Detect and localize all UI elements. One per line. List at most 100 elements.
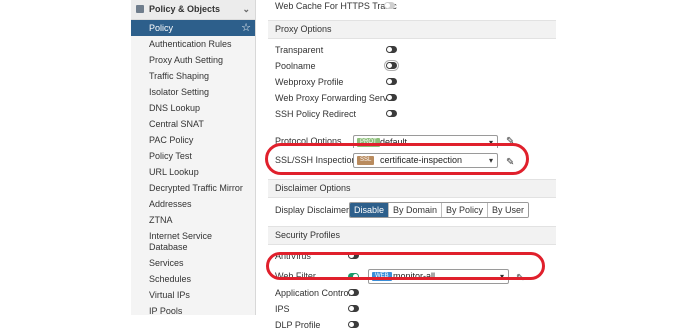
- ips-label: IPS: [275, 304, 290, 314]
- display-disclaimer-row: Display Disclaimer Disable By Domain By …: [268, 201, 556, 219]
- chevron-down-icon: ▾: [499, 272, 504, 281]
- web-cache-https-label: Web Cache For HTTPS Traffic: [275, 1, 397, 11]
- chevron-down-icon: ▾: [488, 138, 493, 147]
- edit-pencil-icon[interactable]: ✎: [506, 154, 514, 172]
- sidebar-section-header[interactable]: Policy & Objects ⌄: [131, 0, 255, 20]
- edit-pencil-icon[interactable]: ✎: [506, 135, 514, 148]
- sidebar: Policy & Objects ⌄ Policy ☆ Authenticati…: [131, 0, 256, 316]
- web-filter-toggle[interactable]: [348, 273, 359, 280]
- application-control-row: Application Control: [268, 285, 556, 301]
- sidebar-item-label: Proxy Auth Setting: [149, 55, 224, 65]
- display-disclaimer-label: Display Disclaimer: [275, 205, 350, 215]
- ssh-policy-redirect-row: SSH Policy Redirect: [268, 106, 556, 122]
- sidebar-item-label: Central SNAT: [149, 119, 204, 129]
- sidebar-item-services[interactable]: Services: [131, 255, 255, 271]
- webproxy-profile-toggle[interactable]: [386, 78, 397, 85]
- ssl-ssh-inspection-row: SSL/SSH Inspection SSL certificate-inspe…: [268, 151, 556, 169]
- sidebar-item-label: Decrypted Traffic Mirror: [149, 183, 243, 193]
- webproxy-profile-label: Webproxy Profile: [275, 77, 344, 87]
- sidebar-item-dns-lookup[interactable]: DNS Lookup: [131, 100, 255, 116]
- sidebar-item-decrypted-traffic-mirror[interactable]: Decrypted Traffic Mirror: [131, 180, 255, 196]
- gutter: [256, 0, 268, 315]
- poolname-label: Poolname: [275, 61, 316, 71]
- dlp-profile-toggle[interactable]: [348, 321, 359, 328]
- security-profiles-title: Security Profiles: [268, 226, 556, 245]
- sidebar-item-policy-test[interactable]: Policy Test: [131, 148, 255, 164]
- application-control-label: Application Control: [275, 288, 351, 298]
- protocol-badge: PROT: [357, 138, 380, 147]
- ssl-ssh-inspection-label: SSL/SSH Inspection: [275, 155, 357, 165]
- web-filter-select[interactable]: WEB monitor-all ▾: [368, 269, 509, 284]
- sidebar-item-label: PAC Policy: [149, 135, 194, 145]
- antivirus-toggle[interactable]: [348, 252, 359, 259]
- sidebar-item-label: Policy Test: [149, 151, 192, 161]
- sidebar-item-proxy-auth-setting[interactable]: Proxy Auth Setting: [131, 52, 255, 68]
- star-icon[interactable]: ☆: [241, 20, 251, 36]
- sidebar-item-label: Services: [149, 258, 184, 268]
- sidebar-item-pac-policy[interactable]: PAC Policy: [131, 132, 255, 148]
- protocol-options-row: Protocol Options PROT default ▾ ✎: [268, 134, 556, 148]
- web-proxy-forwarding-server-row: Web Proxy Forwarding Server: [268, 90, 556, 106]
- sidebar-item-label: Schedules: [149, 274, 192, 284]
- display-disclaimer-segmented: Disable By Domain By Policy By User: [349, 202, 530, 218]
- policy-form: Web Cache For HTTPS Traffic Proxy Option…: [268, 0, 556, 330]
- disclaimer-options-title: Disclaimer Options: [268, 179, 556, 198]
- sidebar-item-label: DNS Lookup: [149, 103, 201, 113]
- sidebar-item-traffic-shaping[interactable]: Traffic Shaping: [131, 68, 255, 84]
- sidebar-item-label: ZTNA: [149, 215, 173, 225]
- policy-objects-icon: [136, 5, 144, 13]
- web-filter-row: Web Filter WEB monitor-all ▾ ✎: [268, 268, 556, 285]
- sidebar-item-authentication-rules[interactable]: Authentication Rules: [131, 36, 255, 52]
- sidebar-item-url-lookup[interactable]: URL Lookup: [131, 164, 255, 180]
- protocol-options-value: default: [380, 137, 408, 147]
- poolname-row: Poolname: [268, 58, 556, 74]
- sidebar-item-addresses[interactable]: Addresses: [131, 196, 255, 212]
- chevron-down-icon[interactable]: ⌄: [242, 0, 250, 19]
- web-filter-label: Web Filter: [275, 271, 316, 281]
- sidebar-item-policy[interactable]: Policy ☆: [131, 20, 255, 36]
- web-cache-https-row: Web Cache For HTTPS Traffic: [268, 0, 556, 20]
- sidebar-item-central-snat[interactable]: Central SNAT: [131, 116, 255, 132]
- application-control-toggle[interactable]: [348, 289, 359, 296]
- sidebar-item-label: Policy: [149, 23, 174, 33]
- sidebar-section-title: Policy & Objects: [149, 4, 221, 14]
- sidebar-item-label: Virtual IPs: [149, 290, 190, 300]
- web-proxy-forwarding-server-label: Web Proxy Forwarding Server: [275, 93, 396, 103]
- sidebar-item-ip-pools[interactable]: IP Pools: [131, 303, 255, 319]
- antivirus-label: AntiVirus: [275, 251, 311, 261]
- transparent-toggle[interactable]: [386, 46, 397, 53]
- protocol-options-select[interactable]: PROT default ▾: [353, 135, 498, 148]
- transparent-label: Transparent: [275, 45, 324, 55]
- ssl-ssh-inspection-select[interactable]: SSL certificate-inspection ▾: [353, 153, 498, 168]
- dlp-profile-row: DLP Profile: [268, 317, 556, 333]
- sidebar-item-label: Authentication Rules: [149, 39, 232, 49]
- proxy-options-title: Proxy Options: [268, 20, 556, 39]
- webproxy-profile-row: Webproxy Profile: [268, 74, 556, 90]
- sidebar-item-internet-service-database[interactable]: Internet Service Database: [131, 228, 255, 255]
- sidebar-item-label: Isolator Setting: [149, 87, 210, 97]
- ssh-policy-redirect-label: SSH Policy Redirect: [275, 109, 357, 119]
- ssl-badge: SSL: [357, 156, 375, 165]
- sidebar-item-label: Addresses: [149, 199, 192, 209]
- ssl-ssh-inspection-value: certificate-inspection: [380, 155, 463, 165]
- sidebar-item-isolator-setting[interactable]: Isolator Setting: [131, 84, 255, 100]
- sidebar-item-virtual-ips[interactable]: Virtual IPs: [131, 287, 255, 303]
- sidebar-item-schedules[interactable]: Schedules: [131, 271, 255, 287]
- disclaimer-option-by-user[interactable]: By User: [487, 203, 529, 217]
- ips-toggle[interactable]: [348, 305, 359, 312]
- protocol-options-label: Protocol Options: [275, 136, 342, 146]
- antivirus-row: AntiVirus: [268, 248, 556, 264]
- ssh-policy-redirect-toggle[interactable]: [386, 110, 397, 117]
- poolname-toggle[interactable]: [384, 60, 399, 71]
- sidebar-item-ztna[interactable]: ZTNA: [131, 212, 255, 228]
- web-proxy-forwarding-server-toggle[interactable]: [386, 94, 397, 101]
- sidebar-item-label: Internet Service Database: [149, 231, 213, 252]
- chevron-down-icon: ▾: [488, 156, 493, 165]
- web-cache-https-toggle[interactable]: [384, 2, 395, 9]
- dlp-profile-label: DLP Profile: [275, 320, 321, 330]
- disclaimer-option-by-domain[interactable]: By Domain: [388, 203, 442, 217]
- disclaimer-option-disable[interactable]: Disable: [350, 203, 389, 217]
- sidebar-item-label: URL Lookup: [149, 167, 199, 177]
- right-blank-area: [556, 0, 688, 315]
- disclaimer-option-by-policy[interactable]: By Policy: [441, 203, 488, 217]
